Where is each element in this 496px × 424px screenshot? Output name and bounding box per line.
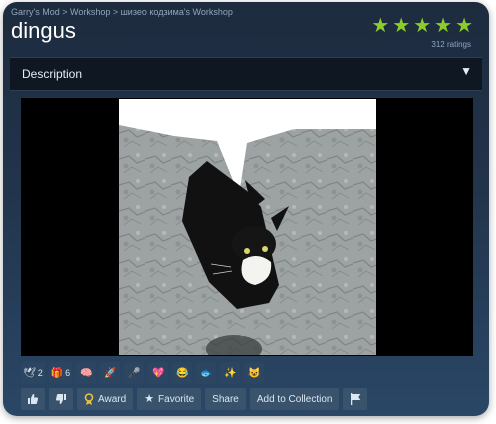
action-bar: Award ★ Favorite Share Add to Collection [21, 388, 368, 410]
preview-viewer[interactable] [21, 98, 473, 356]
award-badge[interactable]: 🐟 [196, 362, 217, 384]
thumbs-up-icon [28, 394, 39, 404]
thumbs-down-button[interactable] [49, 388, 73, 410]
award-badge[interactable]: ✨ [220, 362, 241, 384]
description-label: Description [22, 67, 83, 81]
award-button-label: Award [98, 393, 127, 405]
workshop-panel: Garry's Mod > Workshop > шизео кодзима's… [3, 2, 489, 416]
page-title: dingus [11, 18, 76, 43]
award-badge[interactable]: 🎤 [124, 362, 145, 384]
heart-icon: 💖 [151, 367, 165, 379]
sparkle-icon: ✨ [223, 367, 237, 379]
star-icon: ★ [413, 15, 432, 37]
award-badge[interactable]: 😺 [244, 362, 265, 384]
mask-icon: 😺 [247, 367, 261, 379]
award-badge[interactable]: 🧠 [76, 362, 97, 384]
star-icon: ★ [371, 15, 390, 37]
description-toggle[interactable]: Description ▼ [10, 57, 482, 91]
award-count: 2 [37, 368, 43, 378]
star-icon: ★ [434, 15, 453, 37]
gift-icon: 🎁 [50, 367, 64, 379]
add-to-collection-button[interactable]: Add to Collection [249, 388, 340, 410]
share-button[interactable]: Share [205, 388, 246, 410]
thumbs-down-icon [55, 394, 66, 404]
award-badge[interactable]: 🚀 [100, 362, 121, 384]
star-icon: ★ [144, 392, 155, 405]
laugh-icon: 😂 [175, 367, 189, 379]
award-badge[interactable]: 💖 [148, 362, 169, 384]
favorite-button-label: Favorite [158, 393, 195, 405]
award-count: 6 [65, 368, 71, 378]
award-badge[interactable]: 🎁 6 [48, 362, 73, 384]
award-button[interactable]: Award [77, 388, 134, 410]
rocket-icon: 🚀 [103, 367, 117, 379]
wings-icon: 🕊 [23, 367, 36, 379]
report-button[interactable] [343, 388, 368, 410]
award-badge[interactable]: 🕊 2 [21, 362, 45, 384]
thumbs-up-button[interactable] [21, 388, 45, 410]
add-to-collection-label: Add to Collection [256, 393, 333, 405]
fish-icon: 🐟 [199, 367, 213, 379]
mic-icon: 🎤 [127, 367, 141, 379]
medal-icon [84, 393, 94, 405]
ratings-count: 312 ratings [431, 40, 471, 49]
rating-stars: ★ ★ ★ ★ ★ [371, 16, 473, 36]
brain-icon: 🧠 [79, 367, 93, 379]
flag-icon [350, 393, 361, 405]
chevron-down-icon: ▼ [460, 64, 472, 78]
share-button-label: Share [212, 393, 239, 405]
breadcrumb[interactable]: Garry's Mod > Workshop > шизео кодзима's… [11, 7, 233, 17]
favorite-button[interactable]: ★ Favorite [137, 388, 202, 410]
award-badge[interactable]: 😂 [172, 362, 193, 384]
star-icon: ★ [455, 15, 473, 37]
star-icon: ★ [392, 15, 411, 37]
preview-image [119, 99, 376, 355]
award-bar: 🕊 2 🎁 6 🧠 🚀 🎤 💖 😂 🐟 ✨ 😺 [21, 362, 265, 384]
